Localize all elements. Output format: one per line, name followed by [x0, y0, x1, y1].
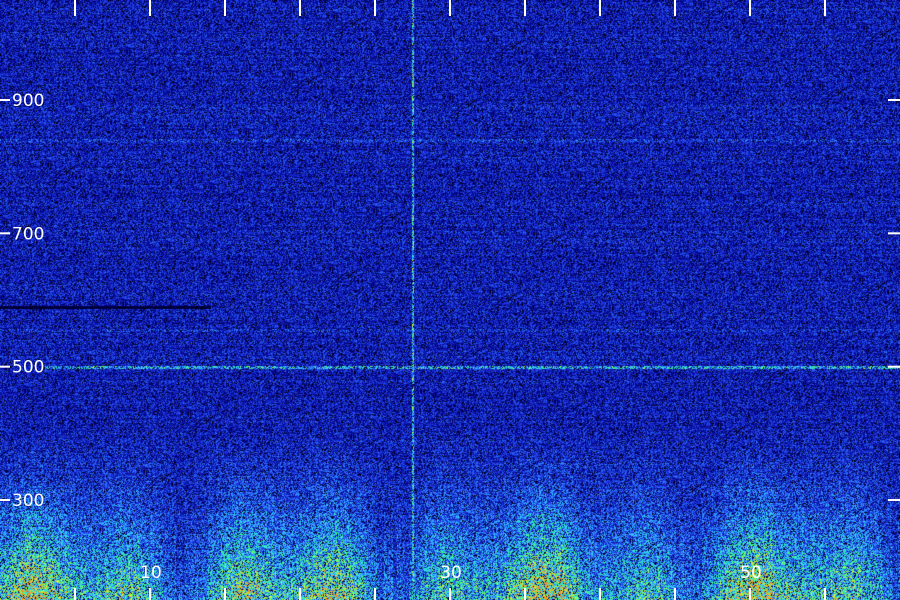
y-tick-label: 300 — [12, 491, 44, 511]
y-tick-label: 700 — [12, 224, 44, 244]
y-tick-label: 500 — [12, 358, 44, 378]
x-tick-labels: 10 30 50 — [140, 563, 762, 583]
x-tick-label: 10 — [140, 563, 162, 583]
y-tick-labels: 300 500 700 900 — [12, 91, 44, 511]
x-ticks-top — [74, 0, 826, 16]
y-ticks-left — [0, 99, 10, 501]
x-tick-label: 50 — [740, 563, 762, 583]
x-ticks-bottom — [74, 588, 826, 600]
x-tick-label: 30 — [440, 563, 462, 583]
chart-axes: 10 30 50 300 500 700 900 — [0, 0, 900, 600]
y-ticks-right — [888, 99, 900, 501]
y-tick-label: 900 — [12, 91, 44, 111]
